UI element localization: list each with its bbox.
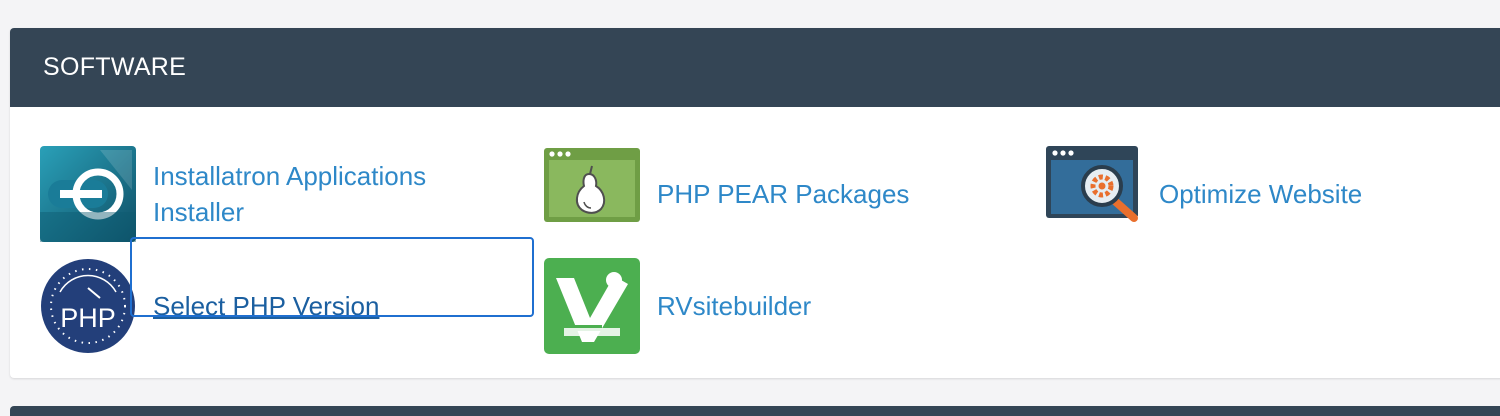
item-rvsitebuilder[interactable]: RVsitebuilder [544, 258, 811, 354]
pear-icon[interactable] [544, 146, 640, 242]
panel-header[interactable]: SOFTWARE [10, 28, 1500, 107]
svg-text:PHP: PHP [60, 303, 116, 333]
php-pear-link[interactable]: PHP PEAR Packages [657, 176, 909, 212]
php-icon[interactable]: PHP [40, 258, 136, 354]
next-panel-header [10, 406, 1500, 416]
installatron-icon[interactable] [40, 146, 136, 242]
rvsitebuilder-link[interactable]: RVsitebuilder [657, 288, 811, 324]
item-installatron[interactable]: Installatron Applications Installer [40, 146, 483, 242]
installatron-link[interactable]: Installatron Applications Installer [153, 158, 483, 230]
panel-title: SOFTWARE [43, 53, 187, 81]
rvsitebuilder-icon[interactable] [544, 258, 640, 354]
optimize-icon[interactable] [1046, 146, 1142, 242]
item-optimize-website[interactable]: Optimize Website [1046, 146, 1362, 242]
optimize-website-link[interactable]: Optimize Website [1159, 176, 1362, 212]
item-php-pear[interactable]: PHP PEAR Packages [544, 146, 909, 242]
focus-ring [130, 237, 534, 317]
